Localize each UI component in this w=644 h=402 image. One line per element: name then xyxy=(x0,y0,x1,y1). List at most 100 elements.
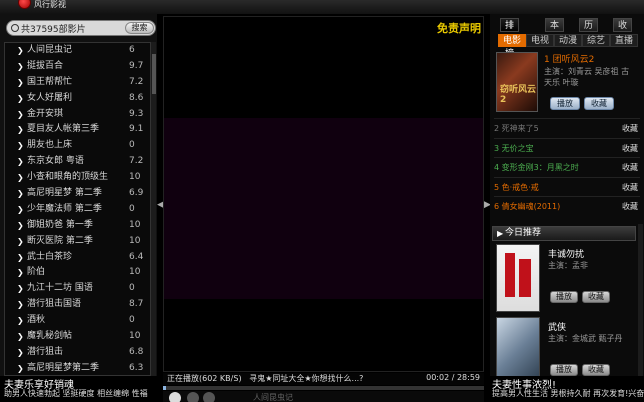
ranking-favorite-button[interactable]: 收藏 xyxy=(622,158,638,178)
list-item[interactable]: ❯ 九江十二坊 国语 0 xyxy=(5,281,150,297)
list-item[interactable]: ❯ 小查和眼角的顶级生 10 xyxy=(5,170,150,186)
tab-ranking[interactable]: 排行榜 xyxy=(500,18,520,59)
category-tv[interactable]: 电视 xyxy=(526,34,555,47)
recommend-favorite-button[interactable]: 收藏 xyxy=(582,291,610,303)
ad-ticker-left[interactable]: 夫妻乐享好销魂 助男人快速勃起 坚挺硬度 相丝缠绵 性福 xyxy=(0,376,160,402)
list-item[interactable]: ❯ 高尼明星梦 第二季 6.9 xyxy=(5,186,150,202)
ranking-title[interactable]: 4 变形金刚3：月黑之时 xyxy=(494,158,579,178)
ranking-favorite-button[interactable]: 收藏 xyxy=(622,139,638,159)
tab-favorites[interactable]: 收藏 xyxy=(613,18,633,45)
featured-poster[interactable]: 窃听风云2 xyxy=(496,52,538,112)
disclaimer-link[interactable]: 免责声明 xyxy=(437,20,481,36)
movie-title[interactable]: 阶伯 xyxy=(27,265,127,281)
movie-title[interactable]: 女人好屠利 xyxy=(27,91,127,107)
recommend-play-button[interactable]: 播放 xyxy=(550,364,578,376)
list-item[interactable]: ❯ 魔乳秘剑帖 10 xyxy=(5,329,150,345)
movie-title[interactable]: 高尼明星梦第二季 xyxy=(27,361,127,375)
movie-title[interactable]: 酒秋 xyxy=(27,313,127,329)
movie-title[interactable]: 挺拔百合 xyxy=(27,59,127,75)
movie-title[interactable]: 小查和眼角的顶级生 xyxy=(27,170,127,186)
movie-title[interactable]: 国王帮帮忙 xyxy=(27,75,127,91)
movie-title[interactable]: 夏目友人帐第三季 xyxy=(27,122,127,138)
movie-title[interactable]: 九江十二坊 国语 xyxy=(27,281,127,297)
movie-title[interactable]: 朋友也上床 xyxy=(27,138,127,154)
category-anime[interactable]: 动漫 xyxy=(554,34,583,47)
list-item[interactable]: ❯ 阶伯 10 xyxy=(5,265,150,281)
list-item[interactable]: ❯ 酒秋 0 xyxy=(5,313,150,329)
list-item[interactable]: ❯ 少年魔法师 第二季 0 xyxy=(5,202,150,218)
list-item[interactable]: ❯ 东京女郎 粤语 7.2 xyxy=(5,154,150,170)
recommend-poster[interactable] xyxy=(496,317,540,385)
movie-title[interactable]: 东京女郎 粤语 xyxy=(27,154,127,170)
movie-title[interactable]: 武士白茶珍 xyxy=(27,250,127,266)
chevron-right-icon: ❯ xyxy=(17,220,24,230)
list-item[interactable]: ❯ 朋友也上床 0 xyxy=(5,138,150,154)
next-icon[interactable] xyxy=(203,392,215,402)
ad-text[interactable]: 助男人快速勃起 坚挺硬度 相丝缠绵 性福 xyxy=(4,388,148,399)
ranking-favorite-button[interactable]: 收藏 xyxy=(622,197,638,217)
play-pause-icon[interactable] xyxy=(169,392,181,402)
ranking-item[interactable]: 4 变形金刚3：月黑之时 收藏 xyxy=(494,157,640,177)
recommend-title[interactable]: 丰诚勿扰 xyxy=(548,247,584,260)
list-item[interactable]: ❯ 武士白茶珍 6.4 xyxy=(5,250,150,266)
list-item[interactable]: ❯ 潜行狙击 6.8 xyxy=(5,345,150,361)
recommend-play-button[interactable]: 播放 xyxy=(550,291,578,303)
ranking-favorite-button[interactable]: 收藏 xyxy=(622,178,638,198)
ranking-title[interactable]: 3 无价之宝 xyxy=(494,139,534,159)
video-player[interactable]: 免责声明 xyxy=(163,16,484,372)
movie-title[interactable]: 高尼明星梦 第二季 xyxy=(27,186,127,202)
today-recommend-header: ▶ 今日推荐 xyxy=(492,226,636,241)
chevron-right-icon: ❯ xyxy=(17,109,24,119)
ranking-title[interactable]: 5 色·戒色·戒 xyxy=(494,178,539,198)
search-box[interactable]: 共37595部影片 搜索 xyxy=(6,20,156,36)
category-variety[interactable]: 综艺 xyxy=(582,34,611,47)
stop-icon[interactable] xyxy=(187,392,199,402)
ranking-item[interactable]: 2 死神来了5 收藏 xyxy=(494,118,640,138)
ranking-favorite-button[interactable]: 收藏 xyxy=(622,119,638,139)
ad-ticker-right[interactable]: 夫妻性事浓烈! 提高男人性生活 男根持久耐 再次发育!兴奋 xyxy=(490,376,644,402)
search-input[interactable]: 共37595部影片 xyxy=(21,22,86,35)
movie-title[interactable]: 魔乳秘剑帖 xyxy=(27,329,127,345)
tab-local[interactable]: 本地 xyxy=(545,18,565,45)
movie-title[interactable]: 御姐奶爸 第一季 xyxy=(27,218,127,234)
category-tabs: 电影 电视 动漫 综艺 直播 xyxy=(494,34,640,48)
list-item[interactable]: ❯ 潜行狙击国语 8.7 xyxy=(5,297,150,313)
list-item[interactable]: ❯ 高尼明星梦第二季 6.3 xyxy=(5,361,150,375)
featured-title[interactable]: 1 团听风云2 xyxy=(544,52,594,65)
ranking-item[interactable]: 6 倩女幽魂(2011) 收藏 xyxy=(494,196,640,216)
recommend-favorite-button[interactable]: 收藏 xyxy=(582,364,610,376)
tab-history[interactable]: 历史 xyxy=(579,18,599,45)
movie-title[interactable]: 金开安琪 xyxy=(27,107,127,123)
list-scrollbar[interactable] xyxy=(150,42,156,376)
list-item[interactable]: ❯ 夏目友人帐第三季 9.1 xyxy=(5,122,150,138)
list-item[interactable]: ❯ 御姐奶爸 第一季 10 xyxy=(5,218,150,234)
right-scrollbar[interactable] xyxy=(638,224,643,384)
movie-title[interactable]: 断灭医院 第二季 xyxy=(27,234,127,250)
list-item[interactable]: ❯ 挺拔百合 9.7 xyxy=(5,59,150,75)
category-live[interactable]: 直播 xyxy=(610,34,639,47)
list-item[interactable]: ❯ 金开安琪 9.3 xyxy=(5,107,150,123)
list-item[interactable]: ❯ 断灭医院 第二季 10 xyxy=(5,234,150,250)
movie-title[interactable]: 人间昆虫记 xyxy=(27,43,127,59)
ranking-title[interactable]: 2 死神来了5 xyxy=(494,119,539,139)
recommend-title[interactable]: 武侠 xyxy=(548,320,566,333)
search-button[interactable]: 搜索 xyxy=(125,22,154,34)
progress-bar[interactable] xyxy=(163,386,484,390)
ranking-title[interactable]: 6 倩女幽魂(2011) xyxy=(494,197,560,217)
movie-title[interactable]: 少年魔法师 第二季 xyxy=(27,202,127,218)
list-item[interactable]: ❯ 女人好屠利 8.6 xyxy=(5,91,150,107)
chevron-right-icon: ❯ xyxy=(17,189,24,199)
ad-text[interactable]: 提高男人性生活 男根持久耐 再次发育!兴奋 xyxy=(492,388,644,399)
ranking-item[interactable]: 3 无价之宝 收藏 xyxy=(494,137,640,159)
list-item[interactable]: ❯ 国王帮帮忙 7.2 xyxy=(5,75,150,91)
scroll-thumb[interactable] xyxy=(152,54,156,94)
featured-play-button[interactable]: 播放 xyxy=(550,97,580,110)
chevron-right-icon: ❯ xyxy=(17,236,24,246)
category-movie[interactable]: 电影 xyxy=(498,34,527,47)
ranking-item[interactable]: 5 色·戒色·戒 收藏 xyxy=(494,176,640,198)
recommend-poster[interactable] xyxy=(496,244,540,312)
featured-favorite-button[interactable]: 收藏 xyxy=(584,97,614,110)
list-item[interactable]: ❯ 人间昆虫记 6 xyxy=(5,43,150,59)
movie-title[interactable]: 潜行狙击 xyxy=(27,345,127,361)
movie-title[interactable]: 潜行狙击国语 xyxy=(27,297,127,313)
